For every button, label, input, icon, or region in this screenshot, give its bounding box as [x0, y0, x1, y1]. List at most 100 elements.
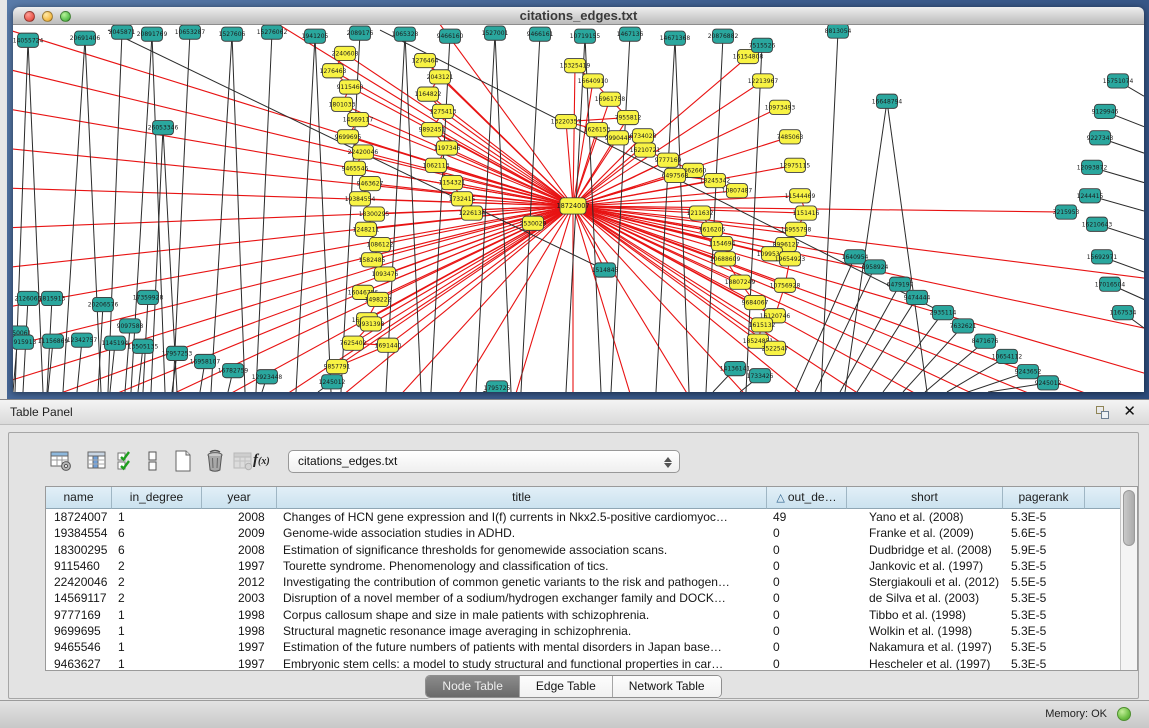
table-cell[interactable]: Structural magnetic resonance image aver… — [277, 623, 767, 639]
column-header-name[interactable]: name — [46, 487, 112, 509]
table-cell[interactable]: Corpus callosum shape and size in male p… — [277, 607, 767, 623]
table-row[interactable]: 946554611997Estimation of the future num… — [46, 639, 1120, 655]
table-cell[interactable]: 1 — [112, 639, 202, 655]
table-cell[interactable]: 2008 — [202, 509, 277, 525]
graph-node[interactable]: 2045871 — [109, 25, 136, 39]
table-row[interactable]: 969969511998Structural magnetic resonanc… — [46, 623, 1120, 639]
graph-node[interactable]: 1795725 — [484, 381, 511, 392]
deselect-rows-icon[interactable] — [141, 449, 165, 473]
table-cell[interactable]: 5.3E-5 — [1003, 656, 1085, 671]
graph-node[interactable]: 9465546 — [342, 161, 369, 175]
graph-node[interactable]: 1801033 — [329, 97, 356, 111]
column-header-year[interactable]: year — [202, 487, 277, 509]
float-panel-icon[interactable] — [1096, 406, 1109, 419]
graph-node[interactable]: 10756928 — [770, 278, 801, 292]
graph-node[interactable]: 1167534 — [1110, 306, 1137, 320]
function-builder-icon[interactable]: f(x) — [253, 452, 270, 469]
table-cell[interactable]: Stergiakouli et al. (2012) — [847, 574, 1003, 590]
graph-node[interactable]: 9990448 — [605, 131, 632, 145]
graph-node[interactable]: 10653287 — [175, 25, 206, 39]
column-header-out_de[interactable]: △out_de… — [767, 487, 847, 509]
column-header-filler[interactable] — [1085, 487, 1122, 509]
graph-node[interactable]: 16210643 — [1082, 217, 1113, 231]
graph-node[interactable]: 1086122 — [367, 237, 394, 251]
graph-node[interactable]: 7955812 — [615, 110, 642, 124]
table-cell[interactable]: 1 — [112, 623, 202, 639]
vertical-scrollbar[interactable] — [1120, 487, 1137, 670]
graph-node[interactable]: 9227343 — [1087, 131, 1114, 145]
graph-node[interactable]: 6958924 — [862, 260, 889, 274]
table-cell[interactable]: Jankovic et al. (1997) — [847, 558, 1003, 574]
graph-node[interactable]: 7625402 — [340, 336, 367, 350]
graph-node[interactable]: 7485063 — [777, 130, 804, 144]
graph-node[interactable]: 20691406 — [70, 31, 101, 45]
graph-node[interactable]: 20891769 — [137, 27, 168, 41]
graph-node[interactable]: 9129946 — [1092, 104, 1119, 118]
table-cell[interactable]: 2 — [112, 590, 202, 606]
graph-node[interactable]: 1248211 — [353, 222, 380, 236]
memory-status-indicator[interactable] — [1117, 707, 1131, 721]
graph-node[interactable]: 9684067 — [742, 295, 769, 309]
graph-node[interactable]: 15751074 — [1103, 74, 1134, 88]
table-cell[interactable]: Franke et al. (2009) — [847, 525, 1003, 541]
graph-node[interactable]: 2089176 — [347, 26, 374, 40]
graph-node[interactable]: 1145194 — [102, 336, 129, 350]
table-cell[interactable]: 0 — [767, 656, 847, 671]
table-cell[interactable]: 0 — [767, 558, 847, 574]
graph-node[interactable]: 22420046 — [348, 145, 379, 159]
graph-node[interactable]: 1616205 — [699, 222, 726, 236]
graph-node[interactable]: 1615132 — [749, 318, 776, 332]
graph-node[interactable]: 2522547 — [762, 341, 789, 355]
graph-node[interactable]: 9474444 — [904, 290, 931, 304]
graph-node[interactable]: 6497568 — [662, 168, 689, 182]
graph-node[interactable]: 2043121 — [427, 70, 454, 84]
graph-node[interactable]: 1093476 — [372, 267, 399, 281]
graph-node[interactable]: 19384554 — [345, 192, 376, 206]
table-cell[interactable]: 0 — [767, 590, 847, 606]
table-cell[interactable]: 2009 — [202, 525, 277, 541]
graph-node[interactable]: 9463627 — [357, 176, 384, 190]
table-cell[interactable]: 9699695 — [46, 623, 112, 639]
graph-node[interactable]: 12923448 — [252, 370, 283, 384]
graph-node[interactable]: 11544469 — [785, 189, 816, 203]
graph-node[interactable]: 16961758 — [595, 92, 626, 106]
graph-node[interactable]: 16640910 — [578, 74, 609, 88]
graph-node[interactable]: 1276464 — [412, 53, 439, 67]
column-header-in_degree[interactable]: in_degree — [112, 487, 202, 509]
graph-node[interactable]: 18724007 — [556, 198, 589, 214]
graph-node[interactable]: 20206576 — [88, 297, 119, 311]
tab-edge-table[interactable]: Edge Table — [520, 676, 613, 697]
graph-node[interactable]: 20876882 — [708, 29, 739, 43]
table-cell[interactable]: 22420046 — [46, 574, 112, 590]
table-cell[interactable]: 9463627 — [46, 656, 112, 671]
graph-node[interactable]: 10973493 — [765, 100, 796, 114]
table-cell[interactable]: 1 — [112, 509, 202, 525]
graph-node[interactable]: 1244415 — [1077, 189, 1104, 203]
column-header-title[interactable]: title — [277, 487, 767, 509]
table-cell[interactable]: 2003 — [202, 590, 277, 606]
graph-node[interactable]: 1527001 — [482, 26, 509, 40]
tab-network-table[interactable]: Network Table — [613, 676, 721, 697]
graph-node[interactable]: 1732415 — [449, 192, 476, 206]
tab-node-table[interactable]: Node Table — [426, 676, 520, 697]
graph-node[interactable]: 1211632 — [687, 206, 714, 220]
graph-node[interactable]: 1527606 — [219, 27, 246, 41]
table-cell[interactable]: 2008 — [202, 542, 277, 558]
graph-node[interactable]: 1065328 — [392, 27, 419, 41]
table-cell[interactable]: Embryonic stem cells: a model to study s… — [277, 656, 767, 671]
graph-node[interactable]: 1151416 — [793, 206, 820, 220]
table-cell[interactable]: Investigating the contribution of common… — [277, 574, 767, 590]
graph-node[interactable]: 9857791 — [324, 359, 351, 373]
close-panel-icon[interactable]: ✕ — [1123, 402, 1136, 420]
graph-node[interactable]: 9243652 — [1015, 365, 1042, 379]
table-cell[interactable]: 6 — [112, 542, 202, 558]
table-cell[interactable]: 1997 — [202, 639, 277, 655]
table-cell[interactable]: 18300295 — [46, 542, 112, 558]
table-cell[interactable]: 5.6E-5 — [1003, 525, 1085, 541]
graph-node[interactable]: 12093872 — [1077, 160, 1108, 174]
table-row[interactable]: 1938455462009Genome-wide association stu… — [46, 525, 1120, 541]
graph-node[interactable]: 9097588 — [117, 319, 144, 333]
table-cell[interactable]: 0 — [767, 574, 847, 590]
graph-node[interactable]: 7632621 — [950, 319, 977, 333]
graph-node[interactable]: 1941205 — [302, 29, 329, 43]
